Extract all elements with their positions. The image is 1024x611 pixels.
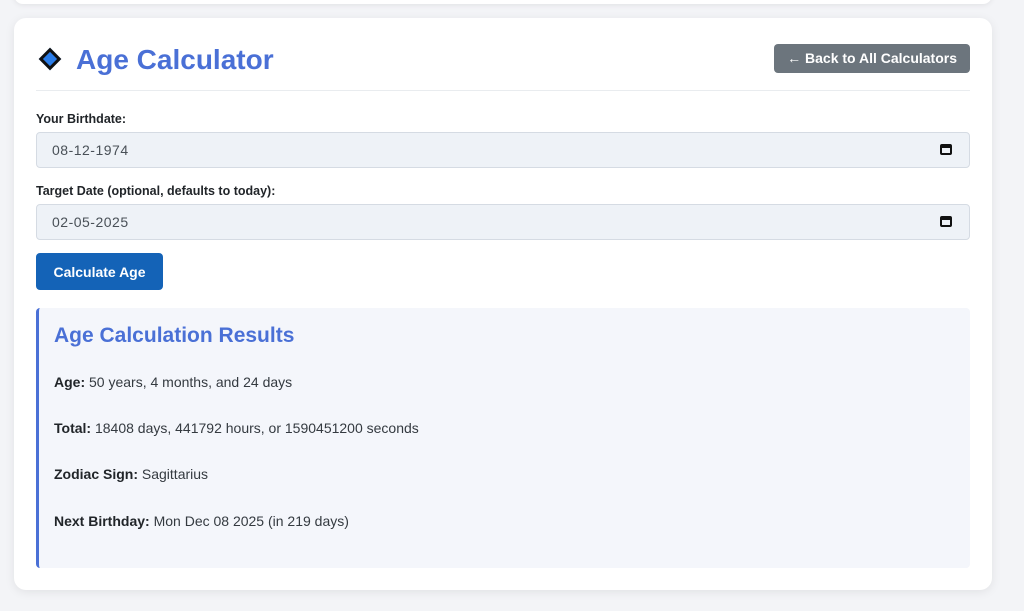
- target-date-value: 02-05-2025: [52, 214, 129, 230]
- results-panel: Age Calculation Results Age: 50 years, 4…: [36, 308, 970, 568]
- calculate-age-button[interactable]: Calculate Age: [36, 253, 163, 290]
- zodiac-value: Sagittarius: [141, 466, 209, 482]
- back-to-all-calculators-button[interactable]: ← Back to All Calculators: [774, 44, 970, 73]
- age-value: 50 years, 4 months, and 24 days: [89, 374, 293, 390]
- birthdate-field[interactable]: 08-12-1974: [36, 132, 970, 168]
- birthdate-value: 08-12-1974: [52, 142, 129, 158]
- birthdate-label: Your Birthdate:: [36, 112, 127, 126]
- diamond-icon: [38, 47, 62, 71]
- next-birthday-value: Mon Dec 08 2025 (in 219 days): [153, 513, 349, 529]
- zodiac-label: Zodiac Sign:: [54, 466, 138, 482]
- results-title: Age Calculation Results: [54, 324, 295, 347]
- target-date-field[interactable]: 02-05-2025: [36, 204, 970, 240]
- card-header: Age Calculator ← Back to All Calculators: [36, 18, 970, 91]
- total-label: Total:: [54, 420, 92, 436]
- target-date-label: Target Date (optional, defaults to today…: [36, 184, 276, 198]
- calendar-icon[interactable]: [940, 144, 952, 155]
- page-title: Age Calculator: [76, 44, 274, 75]
- zodiac-result: Zodiac Sign: Sagittarius: [54, 466, 208, 482]
- next-birthday-result: Next Birthday: Mon Dec 08 2025 (in 219 d…: [54, 513, 349, 529]
- age-result: Age: 50 years, 4 months, and 24 days: [54, 374, 292, 390]
- next-birthday-label: Next Birthday:: [54, 513, 150, 529]
- total-value: 18408 days, 441792 hours, or 1590451200 …: [94, 420, 419, 436]
- total-result: Total: 18408 days, 441792 hours, or 1590…: [54, 420, 419, 436]
- previous-card-edge: [14, 0, 992, 4]
- calendar-icon[interactable]: [940, 216, 952, 227]
- age-label: Age:: [54, 374, 86, 390]
- age-calculator-card: Age Calculator ← Back to All Calculators…: [14, 18, 992, 590]
